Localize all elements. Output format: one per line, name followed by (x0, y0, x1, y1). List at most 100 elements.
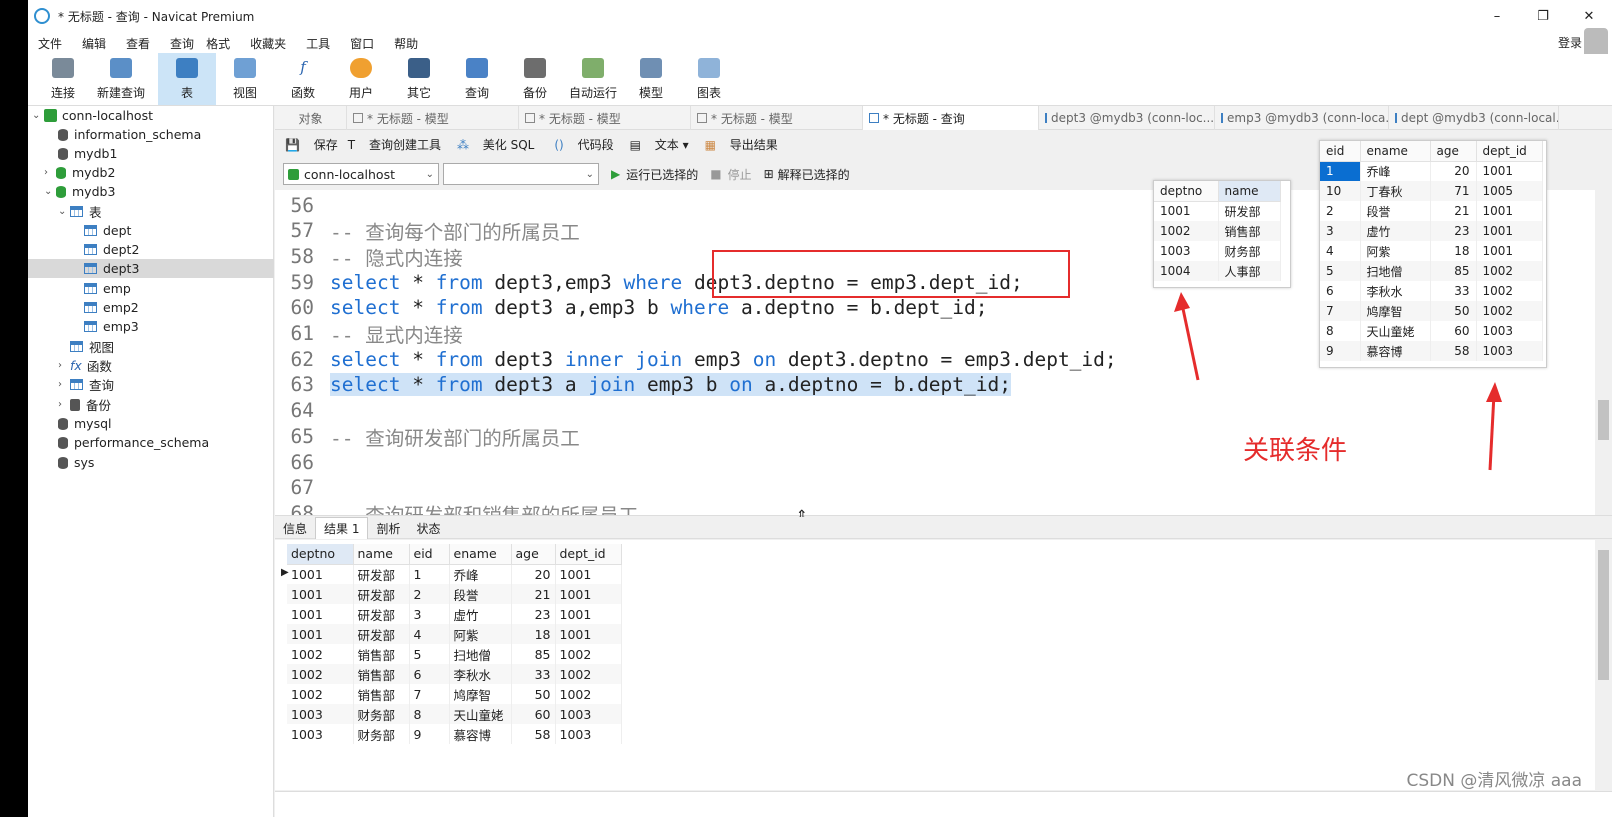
table-cell[interactable]: 21 (511, 584, 556, 604)
export-result-button[interactable]: ▦ 导出结果 (695, 136, 778, 153)
tab-model-1[interactable]: * 无标题 - 模型 (347, 106, 519, 130)
editor-scrollbar[interactable] (1595, 190, 1612, 515)
toolbar-new-query-button[interactable]: 新建查询 (92, 53, 150, 105)
table-row[interactable]: 1002 销售部 7 鸠摩智 50 1002 (287, 684, 622, 704)
table-cell[interactable]: 鸠摩智 (1360, 301, 1431, 321)
menu-view[interactable]: 查看 (116, 35, 160, 52)
tree-views-folder[interactable]: 视图 (70, 337, 114, 356)
table-cell[interactable]: 李秋水 (1360, 281, 1431, 301)
toolbar-query-button[interactable]: 查询 (448, 53, 506, 105)
chevron-right-icon[interactable]: › (58, 360, 70, 371)
table-cell[interactable]: 60 (511, 704, 556, 724)
tree-db-information-schema[interactable]: information_schema (58, 125, 201, 144)
table-cell[interactable]: 5 (1320, 261, 1361, 281)
result-col-ename[interactable]: ename (449, 544, 512, 565)
toolbar-model-button[interactable]: 模型 (622, 53, 680, 105)
table-cell[interactable]: 1002 (287, 684, 354, 704)
code-line[interactable]: 57 -- 查询每个部门的所属员工 (275, 218, 580, 244)
code-line[interactable]: 61 -- 显式内连接 (275, 321, 463, 347)
code-line[interactable]: 56 (275, 192, 330, 218)
table-cell[interactable]: 1001 (287, 564, 354, 584)
table-cell[interactable]: 1003 (1476, 321, 1543, 341)
table-cell[interactable]: 85 (1430, 261, 1477, 281)
run-selected-button[interactable]: ▶ 运行已选择的 (611, 166, 698, 183)
table-cell[interactable]: 1 (1320, 161, 1361, 181)
table-cell[interactable]: 研发部 (1218, 201, 1281, 221)
emp-row[interactable]: 8 天山童姥 60 1003 (1320, 321, 1543, 341)
table-cell[interactable]: 1001 (1476, 161, 1543, 181)
table-cell[interactable]: 1002 (555, 684, 622, 704)
tab-info[interactable]: 信息 (275, 517, 315, 539)
table-row[interactable]: 1001 研发部 3 虚竹 23 1001 (287, 604, 622, 624)
table-cell[interactable]: 1003 (287, 704, 354, 724)
code-line[interactable]: 60 select * from dept3 a,emp3 b where a.d… (275, 295, 988, 321)
toolbar-function-button[interactable]: f 函数 (274, 53, 332, 105)
table-cell[interactable]: 研发部 (353, 584, 410, 604)
table-cell[interactable]: 1001 (287, 604, 354, 624)
stop-button[interactable]: ■ 停止 (710, 166, 751, 183)
table-cell[interactable]: 18 (1430, 241, 1477, 261)
code-line[interactable]: 66 (275, 449, 330, 475)
result-scrollbar-thumb[interactable] (1598, 550, 1609, 680)
table-cell[interactable]: 1001 (1476, 241, 1543, 261)
table-row[interactable]: 1001 研发部 1 乔峰 20 1001 (287, 564, 622, 584)
table-cell[interactable]: 60 (1430, 321, 1477, 341)
tab-result-1[interactable]: 结果 1 (315, 517, 369, 539)
toolbar-table-button[interactable]: 表 (158, 53, 216, 105)
snippet-button[interactable]: () 代码段 (544, 136, 613, 153)
table-cell[interactable]: 1004 (1154, 261, 1219, 281)
tab-dept[interactable]: dept @mydb3 (conn-local... (1389, 106, 1559, 130)
login-link[interactable]: 登录 (1558, 34, 1582, 51)
emp-row[interactable]: 7 鸠摩智 50 1002 (1320, 301, 1543, 321)
table-cell[interactable]: 58 (1430, 341, 1477, 361)
table-cell[interactable]: 1002 (287, 644, 354, 664)
table-cell[interactable]: 天山童姥 (1360, 321, 1431, 341)
table-cell[interactable]: 1001 (1154, 201, 1219, 221)
table-cell[interactable]: 8 (1320, 321, 1361, 341)
code-line[interactable]: 62 select * from dept3 inner join emp3 on… (275, 346, 1117, 372)
table-cell[interactable]: 财务部 (353, 704, 410, 724)
table-cell[interactable]: 天山童姥 (449, 704, 512, 724)
chevron-down-icon[interactable]: ⌄ (44, 186, 56, 197)
tree-table-emp3[interactable]: emp3 (84, 317, 139, 336)
tab-status[interactable]: 状态 (408, 517, 448, 539)
table-cell[interactable]: 7 (409, 684, 450, 704)
emp-row[interactable]: 2 段誉 21 1001 (1320, 201, 1543, 221)
table-cell[interactable]: 1001 (555, 604, 622, 624)
table-cell[interactable]: 50 (511, 684, 556, 704)
table-cell[interactable]: 85 (511, 644, 556, 664)
table-cell[interactable]: 6 (409, 664, 450, 684)
table-cell[interactable]: 1002 (555, 664, 622, 684)
table-cell[interactable]: 2 (409, 584, 450, 604)
table-cell[interactable]: 4 (409, 624, 450, 644)
table-cell[interactable]: 1001 (287, 584, 354, 604)
tree-functions-folder[interactable]: › fx 函数 (58, 356, 112, 375)
table-cell[interactable]: 阿紫 (449, 624, 512, 644)
table-cell[interactable]: 研发部 (353, 624, 410, 644)
table-row[interactable]: 1001 研发部 4 阿紫 18 1001 (287, 624, 622, 644)
emp-row[interactable]: 10 丁春秋 71 1005 (1320, 181, 1543, 201)
table-cell[interactable]: 1002 (1476, 261, 1543, 281)
menu-query[interactable]: 查询 (160, 35, 204, 52)
connection-select[interactable]: conn-localhost ⌄ (283, 163, 439, 185)
table-cell[interactable]: 阿紫 (1360, 241, 1431, 261)
table-cell[interactable]: 1003 (1154, 241, 1219, 261)
text-button[interactable]: ▤ 文本 ▾ (630, 136, 689, 153)
toolbar-autorun-button[interactable]: 自动运行 (564, 53, 622, 105)
tree-connection[interactable]: ⌄ conn-localhost (32, 106, 153, 125)
table-cell[interactable]: 1001 (555, 624, 622, 644)
explain-selected-button[interactable]: ⊞ 解释已选择的 (764, 166, 850, 183)
chevron-right-icon[interactable]: › (58, 399, 70, 410)
table-cell[interactable]: 丁春秋 (1360, 181, 1431, 201)
table-cell[interactable]: 9 (409, 724, 450, 744)
table-cell[interactable]: 研发部 (353, 564, 410, 584)
table-cell[interactable]: 慕容博 (1360, 341, 1431, 361)
table-cell[interactable]: 58 (511, 724, 556, 744)
tab-query[interactable]: * 无标题 - 查询 (863, 106, 1039, 130)
table-cell[interactable]: 研发部 (353, 604, 410, 624)
result-scrollbar[interactable] (1595, 540, 1612, 790)
query-builder-button[interactable]: T 查询创建工具 (348, 136, 441, 153)
tree-db-mydb2[interactable]: › mydb2 (44, 163, 115, 182)
tree-db-performance-schema[interactable]: performance_schema (58, 433, 209, 452)
emp-row[interactable]: 6 李秋水 33 1002 (1320, 281, 1543, 301)
